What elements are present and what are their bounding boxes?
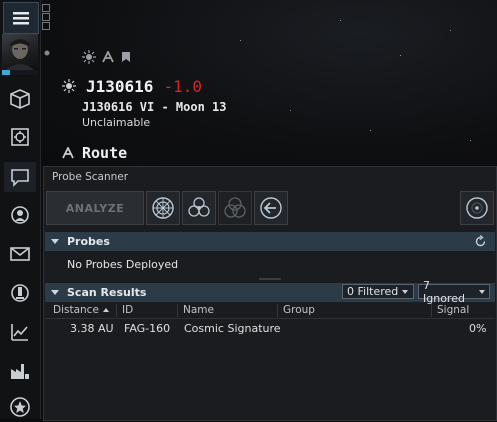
menu-icon (13, 12, 29, 25)
market-button[interactable] (4, 317, 36, 347)
chevron-down-icon (479, 289, 485, 294)
location-detail[interactable]: J130616 VI - Moon 13 (82, 100, 227, 114)
formation-pinpoint-icon (188, 197, 210, 217)
scan-results-section-header[interactable]: Scan Results 0 Filtered 7 Ignored (45, 279, 495, 305)
mail-button[interactable] (4, 239, 36, 269)
window-title: Probe Scanner (52, 171, 129, 183)
formation-spread-icon (224, 197, 246, 218)
industry-icon (11, 284, 29, 302)
character-status-bar (2, 70, 38, 75)
fitting-button[interactable] (4, 122, 36, 152)
map-view-button[interactable] (460, 191, 494, 225)
ignored-dropdown-label: 7 Ignored (423, 278, 465, 305)
menu-button[interactable] (3, 2, 39, 34)
result-signal: 0% (469, 322, 487, 335)
chevron-down-icon (402, 289, 409, 294)
map-view-icon (466, 197, 488, 219)
result-id: FAG-160 (124, 322, 171, 335)
autopilot-route-icon (62, 147, 74, 159)
sun-icon[interactable] (82, 50, 96, 64)
column-header-name[interactable]: Name (183, 304, 214, 316)
chat-button[interactable] (4, 162, 36, 192)
refresh-icon[interactable] (474, 235, 487, 248)
ignored-dropdown[interactable]: 7 Ignored (418, 279, 490, 305)
factory-button[interactable] (4, 356, 36, 386)
people-button[interactable] (4, 200, 36, 230)
route-row[interactable]: Route (62, 144, 127, 162)
probes-section-label: Probes (67, 235, 110, 248)
mail-icon (10, 247, 30, 261)
formation-spread-button[interactable] (218, 191, 252, 225)
formation-sphere-button[interactable] (146, 191, 180, 225)
scanner-toolbar: ANALYZE (44, 189, 496, 225)
column-header-signal[interactable]: Signal (437, 304, 469, 316)
star-system-icon (62, 79, 76, 93)
market-icon (11, 324, 28, 341)
agency-button[interactable] (4, 392, 36, 422)
bookmark-icon[interactable] (120, 51, 132, 63)
system-name-row: J130616 -1.0 (62, 77, 202, 96)
section-resize-handle[interactable] (259, 278, 281, 280)
result-distance: 3.38 AU (70, 322, 114, 335)
probe-scanner-window: Probe Scanner ANALYZE Probes No Probes D… (43, 166, 497, 421)
filtered-dropdown[interactable]: 0 Filtered (342, 284, 414, 299)
collapse-arrow-icon (51, 290, 59, 295)
column-header-id[interactable]: ID (122, 304, 133, 316)
formation-sphere-icon (152, 197, 174, 219)
analyze-button[interactable]: ANALYZE (46, 191, 144, 225)
industry-button[interactable] (4, 278, 36, 308)
fitting-icon (11, 128, 29, 146)
info-panel-grip-icon[interactable] (43, 47, 51, 56)
return-probes-button[interactable] (254, 191, 288, 225)
factory-icon (11, 364, 29, 379)
autopilot-icon[interactable] (102, 51, 114, 63)
column-header-group[interactable]: Group (283, 304, 315, 316)
character-avatar[interactable] (2, 34, 38, 70)
sort-ascending-icon (102, 308, 109, 312)
results-column-headers: Distance ID Name Group Signal (45, 303, 495, 319)
panel-grip-handle[interactable] (42, 4, 50, 31)
sovereignty-status: Unclaimable (82, 116, 151, 129)
portrait-icon (6, 39, 34, 70)
scan-result-row[interactable]: 3.38 AU FAG-160 Cosmic Signature 0% (45, 321, 495, 337)
filtered-dropdown-label: 0 Filtered (347, 285, 399, 298)
no-probes-message: No Probes Deployed (67, 258, 179, 271)
chat-icon (11, 169, 29, 187)
inventory-icon (10, 89, 30, 109)
agency-icon (10, 397, 30, 417)
column-header-distance[interactable]: Distance (53, 304, 109, 316)
scan-results-section-label: Scan Results (67, 286, 147, 299)
route-label: Route (82, 144, 128, 162)
inventory-button[interactable] (4, 84, 36, 114)
security-status: -1.0 (163, 77, 202, 96)
neocom-sidebar (0, 0, 41, 419)
result-name: Cosmic Signature (184, 322, 281, 335)
location-icons (82, 50, 132, 64)
collapse-arrow-icon (51, 239, 59, 244)
people-icon (11, 206, 29, 224)
return-probes-icon (260, 197, 282, 219)
formation-pinpoint-button[interactable] (182, 191, 216, 225)
probes-section-header[interactable]: Probes (45, 232, 495, 251)
system-name-link[interactable]: J130616 (86, 77, 153, 96)
